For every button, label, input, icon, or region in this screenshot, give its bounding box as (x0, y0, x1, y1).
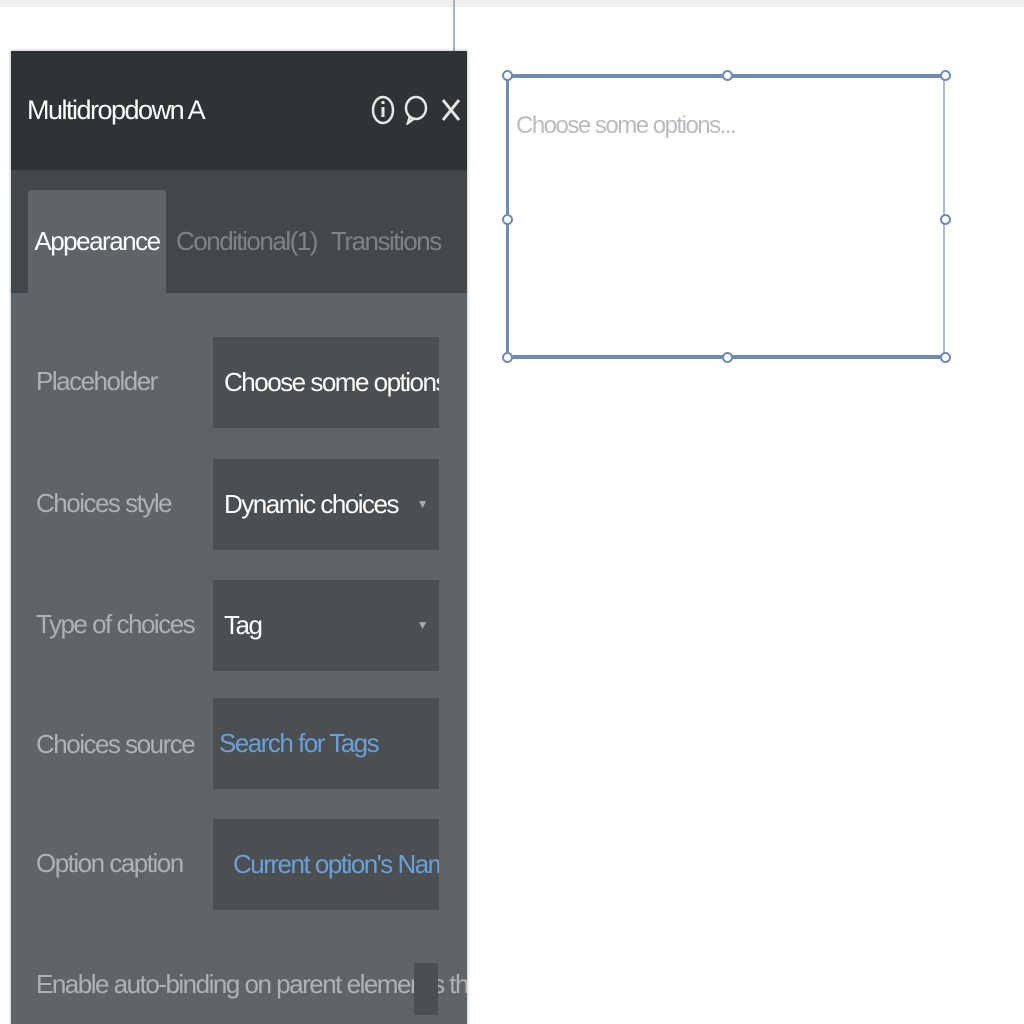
close-icon[interactable] (438, 95, 464, 125)
choices-style-value: Dynamic choices (224, 489, 400, 519)
resize-handle-bottom-right[interactable] (940, 352, 951, 363)
option-caption-label: Option caption (36, 848, 184, 878)
resize-handle-right[interactable] (940, 214, 951, 225)
choices-source-expression[interactable]: Search for Tags (213, 698, 439, 789)
resize-handle-left[interactable] (502, 214, 513, 225)
comment-icon[interactable] (403, 95, 429, 125)
chevron-down-icon: ▼ (416, 618, 429, 632)
choices-source-label: Choices source (36, 729, 196, 759)
type-of-choices-label: Type of choices (36, 609, 196, 639)
type-of-choices-dropdown[interactable]: Tag ▼ (213, 580, 439, 671)
tab-appearance[interactable]: Appearance (28, 190, 166, 293)
tab-transitions[interactable]: Transitions (331, 190, 442, 293)
resize-handle-bottom-left[interactable] (502, 352, 513, 363)
info-icon[interactable] (370, 95, 396, 125)
placeholder-input[interactable]: Choose some options... (213, 337, 439, 428)
multidropdown-placeholder: Choose some options... (516, 112, 737, 139)
choices-style-dropdown[interactable]: Dynamic choices ▼ (213, 459, 439, 550)
type-of-choices-value: Tag (224, 610, 263, 640)
property-editor-panel: Multidropdown A Appearance Conditional(1… (11, 51, 467, 1024)
option-caption-expression[interactable]: Current option's Name (213, 819, 439, 910)
placeholder-label: Placeholder (36, 366, 158, 396)
chevron-down-icon: ▼ (416, 497, 429, 511)
alignment-guide (453, 0, 455, 52)
tabs-bar: Appearance Conditional(1) Transitions (11, 170, 467, 293)
resize-handle-top-left[interactable] (502, 70, 513, 81)
panel-title: Multidropdown A (27, 95, 206, 125)
auto-binding-checkbox[interactable] (414, 963, 438, 1015)
resize-handle-top-right[interactable] (940, 70, 951, 81)
resize-handle-top[interactable] (722, 70, 733, 81)
resize-handle-bottom[interactable] (722, 352, 733, 363)
top-toolbar-strip (0, 0, 1024, 7)
tab-conditional[interactable]: Conditional(1) (176, 190, 318, 293)
auto-binding-label: Enable auto-binding on parent element's … (36, 969, 467, 999)
panel-header: Multidropdown A (11, 51, 467, 170)
choices-style-label: Choices style (36, 488, 173, 518)
